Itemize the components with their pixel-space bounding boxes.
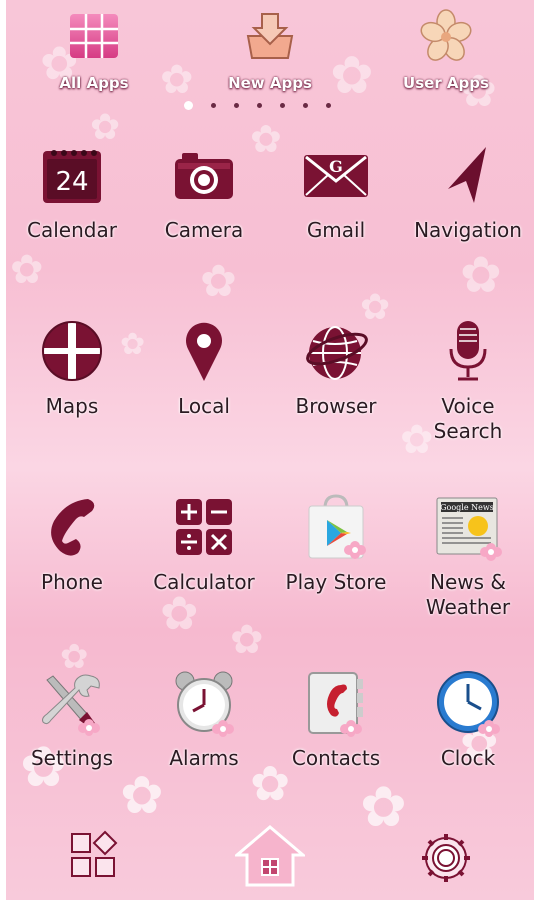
- page-dot: [234, 103, 239, 108]
- new-apps-label: New Apps: [228, 74, 312, 92]
- petal-decoration: ✿: [160, 586, 199, 640]
- gmail-envelope-icon: G: [301, 140, 371, 210]
- app-play-store[interactable]: Play Store: [270, 492, 402, 595]
- globe-icon: [301, 316, 371, 386]
- app-label: Calendar: [27, 218, 117, 242]
- home-icon: [232, 825, 308, 891]
- app-calculator[interactable]: Calculator: [138, 492, 270, 595]
- petal-decoration: ✿: [200, 256, 237, 307]
- app-maps[interactable]: Maps: [6, 316, 138, 419]
- app-clock[interactable]: Clock: [402, 668, 534, 771]
- app-label: Camera: [164, 218, 244, 242]
- app-settings[interactable]: Settings: [6, 668, 138, 771]
- news-weather-icon: Google News: [433, 492, 503, 562]
- app-local[interactable]: Local: [138, 316, 270, 419]
- microphone-icon: [433, 316, 503, 386]
- tools-icon: [37, 668, 107, 738]
- news-masthead: Google News: [440, 503, 494, 512]
- user-apps-label: User Apps: [403, 74, 489, 92]
- app-gmail[interactable]: G Gmail: [270, 140, 402, 243]
- petal-decoration: ✿: [460, 246, 502, 304]
- app-news-weather[interactable]: Google News News & Weather: [402, 492, 534, 620]
- alarm-clock-icon: [169, 668, 239, 738]
- page-dot: [303, 103, 308, 108]
- app-label: Play Store: [285, 570, 387, 594]
- page-dot: [211, 103, 216, 108]
- app-label: Alarms: [169, 746, 239, 770]
- clock-icon: [433, 668, 503, 738]
- calculator-icon: [169, 492, 239, 562]
- home-button[interactable]: [232, 825, 308, 891]
- page-dot-current: [184, 101, 193, 110]
- app-label: Local: [178, 394, 230, 418]
- page-dot: [257, 103, 262, 108]
- petal-decoration: ✿: [120, 766, 164, 826]
- user-apps-button[interactable]: User Apps: [386, 8, 506, 92]
- location-pin-icon: [169, 316, 239, 386]
- settings-button[interactable]: [418, 832, 474, 888]
- calendar-icon: 24: [37, 140, 107, 210]
- new-apps-button[interactable]: New Apps: [210, 8, 330, 92]
- app-browser[interactable]: Browser: [270, 316, 402, 419]
- sakura-flower-icon: [417, 8, 475, 64]
- top-bar: All Apps New Apps User Apps: [0, 8, 540, 98]
- app-calendar[interactable]: 24 Calendar: [6, 140, 138, 243]
- app-navigation[interactable]: Navigation: [402, 140, 534, 243]
- app-alarms[interactable]: Alarms: [138, 668, 270, 771]
- contacts-book-icon: [301, 668, 371, 738]
- app-drawer-icon: [68, 830, 120, 886]
- all-apps-label: All Apps: [59, 74, 129, 92]
- home-screen: ✿ ✿ ✿ ✿ ✿ ✿ ✿ ✿ ✿ ✿ ✿ ✿ ✿ ✿ ✿ ✿ ✿ ✿ ✿ ✿ …: [0, 0, 540, 900]
- app-label: Clock: [440, 746, 496, 770]
- app-phone[interactable]: Phone: [6, 492, 138, 595]
- app-label: Voice Search: [433, 394, 503, 443]
- right-edge: [534, 0, 540, 900]
- navigation-arrow-icon: [433, 140, 503, 210]
- phone-handset-icon: [37, 492, 107, 562]
- app-drawer-button[interactable]: [66, 830, 122, 886]
- page-dot: [280, 103, 285, 108]
- calendar-date: 24: [55, 167, 88, 197]
- gear-icon: [420, 832, 472, 888]
- download-tray-icon: [241, 8, 299, 64]
- app-label: Gmail: [306, 218, 366, 242]
- app-voice-search[interactable]: Voice Search: [402, 316, 534, 444]
- app-label: Contacts: [291, 746, 381, 770]
- petal-decoration: ✿: [230, 617, 264, 663]
- app-label: News & Weather: [425, 570, 511, 619]
- app-label: Settings: [30, 746, 114, 770]
- play-store-bag-icon: [301, 492, 371, 562]
- app-camera[interactable]: Camera: [138, 140, 270, 243]
- grid-tiles-icon: [65, 8, 123, 64]
- app-label: Calculator: [153, 570, 255, 594]
- app-label: Maps: [45, 394, 99, 418]
- maps-icon: [37, 316, 107, 386]
- page-dot: [326, 103, 331, 108]
- app-label: Browser: [295, 394, 377, 418]
- app-label: Navigation: [414, 218, 522, 242]
- app-label: Phone: [41, 570, 103, 594]
- petal-decoration: ✿: [10, 247, 44, 293]
- page-indicator[interactable]: [184, 101, 331, 110]
- all-apps-button[interactable]: All Apps: [34, 8, 154, 92]
- gmail-letter: G: [329, 157, 343, 176]
- camera-icon: [169, 140, 239, 210]
- dock: [0, 820, 540, 900]
- app-contacts[interactable]: Contacts: [270, 668, 402, 771]
